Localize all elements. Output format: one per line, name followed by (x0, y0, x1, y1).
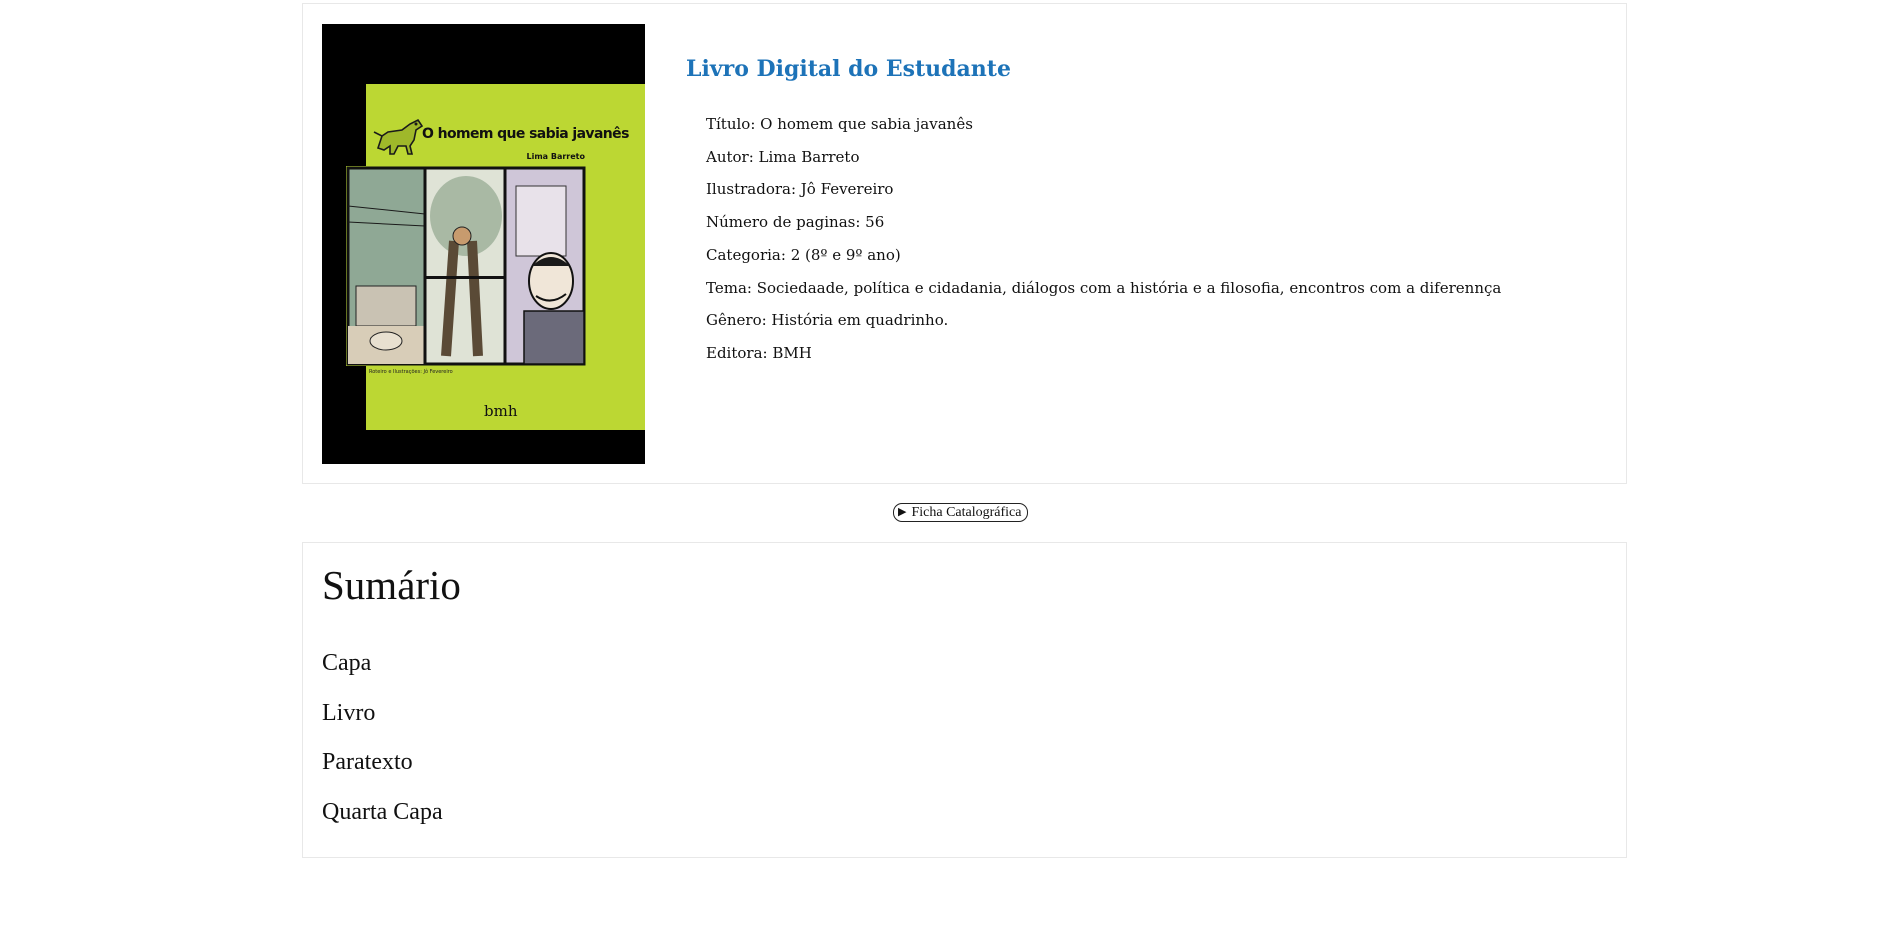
summary-list: Capa Livro Paratexto Quarta Capa (322, 639, 443, 837)
cover-author: Lima Barreto (526, 152, 586, 161)
meta-author: Autor: Lima Barreto (706, 147, 860, 166)
cover-title: O homem que sabia javanês (422, 126, 629, 142)
triangle-right-icon: ▶ (898, 506, 907, 518)
dog-illustration-icon (373, 118, 424, 155)
summary-item: Capa (322, 639, 443, 689)
summary-link-paratexto[interactable]: Paratexto (322, 749, 413, 775)
meta-publisher: Editora: BMH (706, 343, 812, 362)
book-cover-image: O homem que sabia javanês Lima Barreto R… (322, 24, 645, 464)
summary-item: Paratexto (322, 738, 443, 788)
ficha-label: Ficha Catalográfica (911, 505, 1022, 520)
cover-publisher-logo: bmh (484, 402, 518, 420)
comic-panels-illustration (346, 166, 586, 366)
summary-item: Livro (322, 689, 443, 739)
meta-illustrator: Ilustradora: Jô Fevereiro (706, 180, 894, 199)
meta-title: Título: O homem que sabia javanês (706, 115, 973, 133)
summary-item: Quarta Capa (322, 788, 443, 838)
meta-category: Categoria: 2 (8º e 9º ano) (706, 245, 901, 264)
meta-theme: Tema: Sociedaade, política e cidadania, … (706, 278, 1502, 297)
summary-title: Sumário (322, 562, 461, 608)
meta-page-count: Número de paginas: 56 (706, 213, 885, 232)
summary-panel: Sumário Capa Livro Paratexto Quarta Capa (302, 542, 1627, 858)
cover-art: O homem que sabia javanês Lima Barreto R… (346, 84, 645, 430)
book-info-panel: O homem que sabia javanês Lima Barreto R… (302, 3, 1627, 484)
meta-genre: Gênero: História em quadrinho. (706, 311, 949, 330)
summary-link-quarta-capa[interactable]: Quarta Capa (322, 799, 443, 825)
summary-link-livro[interactable]: Livro (322, 700, 375, 726)
summary-link-capa[interactable]: Capa (322, 650, 371, 676)
cover-credits: Roteiro e Ilustrações: Jô Fevereiro (369, 369, 453, 375)
ficha-catalografica-toggle[interactable]: ▶ Ficha Catalográfica (893, 503, 1029, 522)
book-meta-list: Título: O homem que sabia javanês Autor:… (706, 108, 1501, 370)
book-heading: Livro Digital do Estudante (686, 56, 1011, 82)
